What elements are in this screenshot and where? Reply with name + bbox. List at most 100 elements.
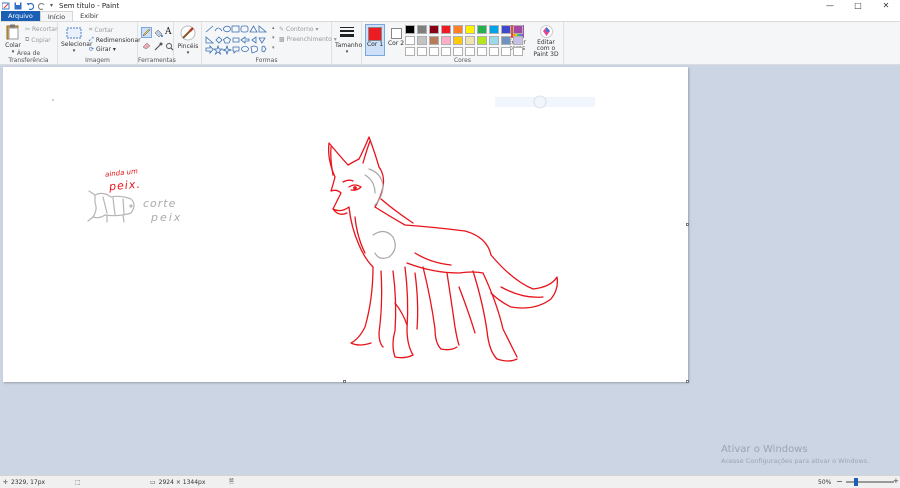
cut-button[interactable]: ✂ Recortar xyxy=(25,26,58,33)
tab-view[interactable]: Exibir xyxy=(73,11,105,21)
brushes-group: Pincéis ▾ xyxy=(174,22,202,65)
canvas-resize-handle-corner[interactable] xyxy=(686,380,689,383)
tab-home[interactable]: Início xyxy=(39,11,74,21)
palette-swatch[interactable] xyxy=(405,36,415,45)
file-size-icon: 🗎 xyxy=(229,478,234,485)
palette-swatch[interactable] xyxy=(513,36,523,45)
palette-swatch[interactable] xyxy=(453,36,463,45)
zoom-slider-thumb[interactable] xyxy=(854,478,858,486)
resize-label: Redimensionar xyxy=(95,36,141,44)
sketch-text-peix: peix. xyxy=(108,177,142,194)
zoom-in-button[interactable]: + xyxy=(893,477,899,485)
color1-swatch xyxy=(368,27,382,41)
maximize-button[interactable]: □ xyxy=(844,0,872,11)
undo-icon[interactable] xyxy=(26,2,34,10)
color-picker-icon[interactable] xyxy=(154,42,163,51)
palette-swatch[interactable] xyxy=(501,25,511,34)
shapes-expand-icon[interactable]: ▾ xyxy=(272,45,275,51)
color2-button[interactable]: Cor 2 xyxy=(387,24,405,56)
rotate-button[interactable]: ⟳ Girar ▾ xyxy=(89,46,116,53)
palette-swatch[interactable] xyxy=(477,25,487,34)
copy-label: Copiar xyxy=(31,36,51,44)
scissors-icon: ✂ xyxy=(25,26,31,33)
palette-swatch[interactable] xyxy=(417,25,427,34)
size-button[interactable]: Tamanho ▾ xyxy=(335,26,362,55)
redo-icon[interactable] xyxy=(38,2,46,10)
palette-swatch[interactable] xyxy=(405,47,415,56)
palette-swatch[interactable] xyxy=(489,36,499,45)
shapes-scroll-up-icon[interactable]: ▴ xyxy=(272,25,275,31)
palette-swatch[interactable] xyxy=(477,36,487,45)
activation-title: Ativar o Windows xyxy=(721,444,808,455)
image-size: ▭ 2924 × 1344px xyxy=(150,479,205,486)
fill-button[interactable]: ▩ Preenchimento ▾ xyxy=(279,36,337,43)
fill-bucket-icon[interactable] xyxy=(154,29,163,38)
color1-label: Cor 1 xyxy=(366,41,384,48)
resize-button[interactable]: ⤢ Redimensionar xyxy=(89,36,141,44)
palette-swatch[interactable] xyxy=(453,47,463,56)
palette-swatch[interactable] xyxy=(453,25,463,34)
fill-icon: ▩ xyxy=(279,36,285,43)
palette-swatch[interactable] xyxy=(465,47,475,56)
pencil-tool[interactable] xyxy=(141,27,152,38)
shapes-group-label: Formas xyxy=(255,57,278,64)
palette-swatch[interactable] xyxy=(405,25,415,34)
palette-swatch[interactable] xyxy=(489,25,499,34)
palette-swatch[interactable] xyxy=(513,25,523,34)
shapes-gallery[interactable] xyxy=(205,25,277,55)
cursor-position: ✛ 2329, 17px xyxy=(3,479,45,486)
save-icon[interactable] xyxy=(14,2,22,10)
magnifier-icon[interactable] xyxy=(165,42,174,51)
file-size: 🗎 xyxy=(229,477,234,487)
text-tool-icon[interactable]: A xyxy=(165,27,172,37)
size-group: Tamanho ▾ xyxy=(332,22,362,65)
edit-paint3d-label: Editar com o Paint 3D xyxy=(533,39,559,58)
palette-swatch[interactable] xyxy=(513,47,523,56)
work-area: ainda um peix. corte peix xyxy=(0,66,900,475)
brushes-button[interactable]: Pincéis ▾ xyxy=(176,25,200,56)
cursor-position-value: 2329, 17px xyxy=(11,478,46,486)
palette-swatch[interactable] xyxy=(465,36,475,45)
minimize-button[interactable]: — xyxy=(816,0,844,11)
select-label: Selecionar xyxy=(61,41,93,48)
brushes-label: Pincéis xyxy=(177,43,199,50)
canvas-resize-handle-right[interactable] xyxy=(686,223,689,226)
copy-icon: ⧉ xyxy=(25,36,30,43)
palette-swatch[interactable] xyxy=(429,47,439,56)
palette-swatch[interactable] xyxy=(441,47,451,56)
color-palette xyxy=(405,25,524,57)
tab-file[interactable]: Arquivo xyxy=(1,11,40,21)
palette-swatch[interactable] xyxy=(501,47,511,56)
close-button[interactable]: ✕ xyxy=(872,0,900,11)
palette-swatch[interactable] xyxy=(477,47,487,56)
shapes-scroll-down-icon[interactable]: ▾ xyxy=(272,35,275,41)
canvas-resize-handle-bottom[interactable] xyxy=(343,380,346,383)
window-controls: — □ ✕ xyxy=(816,0,900,11)
palette-swatch[interactable] xyxy=(429,25,439,34)
outline-button[interactable]: ✎ Contorno ▾ xyxy=(279,26,318,33)
crop-icon: ⌗ xyxy=(89,26,93,33)
outline-label: Contorno ▾ xyxy=(286,26,319,33)
palette-swatch[interactable] xyxy=(417,47,427,56)
palette-swatch[interactable] xyxy=(441,36,451,45)
color1-button[interactable]: Cor 1 xyxy=(365,24,385,56)
palette-swatch[interactable] xyxy=(417,36,427,45)
palette-swatch[interactable] xyxy=(429,36,439,45)
customize-qat-icon[interactable]: ▾ xyxy=(50,2,53,9)
cut-label: Recortar xyxy=(32,26,58,33)
select-button[interactable]: Selecionar ▾ xyxy=(61,27,93,54)
edit-paint3d-button[interactable]: Editar com o Paint 3D xyxy=(530,25,562,58)
palette-swatch[interactable] xyxy=(489,47,499,56)
palette-swatch[interactable] xyxy=(441,25,451,34)
palette-swatch[interactable] xyxy=(465,25,475,34)
sketch-text-corte: corte xyxy=(143,197,177,210)
drawing-canvas[interactable]: ainda um peix. corte peix xyxy=(3,67,688,382)
crop-button[interactable]: ⌗ Cortar xyxy=(89,26,113,34)
palette-swatch[interactable] xyxy=(501,36,511,45)
zoom-out-button[interactable]: − xyxy=(836,477,843,486)
outline-icon: ✎ xyxy=(279,26,285,33)
copy-button[interactable]: ⧉ Copiar xyxy=(25,36,51,44)
quick-access-toolbar: ▾ xyxy=(0,0,53,11)
eraser-icon[interactable] xyxy=(142,42,151,50)
shapes-group: ▴ ▾ ▾ ✎ Contorno ▾ ▩ Preenchimento ▾ Forma… xyxy=(202,22,337,65)
